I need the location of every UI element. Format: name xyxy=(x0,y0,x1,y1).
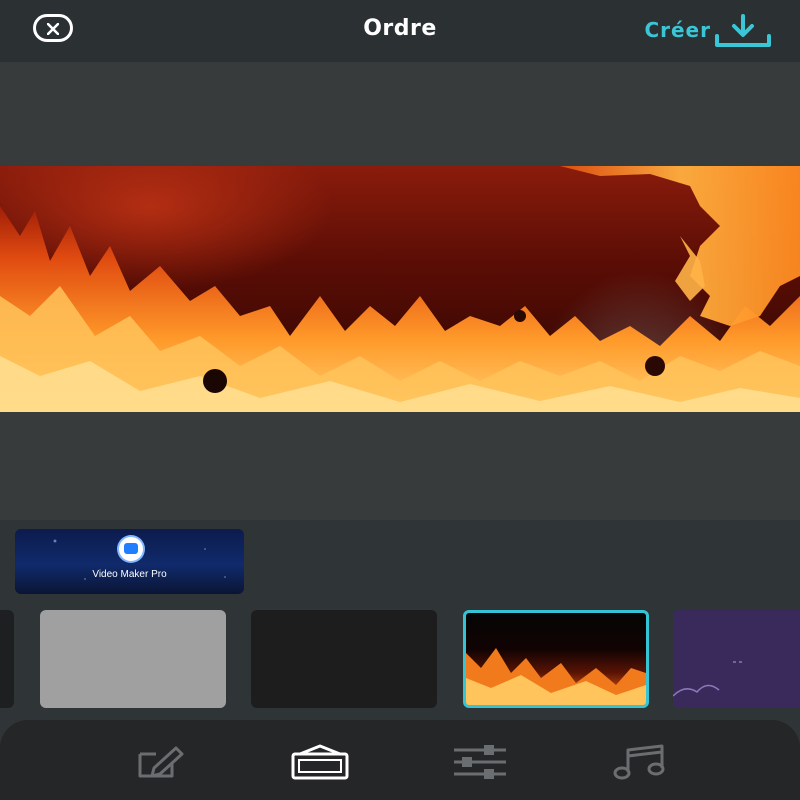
music-icon xyxy=(613,744,665,780)
nav-transition[interactable] xyxy=(290,742,350,782)
download-icon xyxy=(715,14,771,47)
create-label: Créer xyxy=(644,18,711,42)
clip-thumbnail[interactable] xyxy=(40,610,226,708)
ad-banner[interactable]: Video Maker Pro xyxy=(15,529,244,594)
clip-thumbnail[interactable] xyxy=(251,610,437,708)
top-bar: Ordre Créer xyxy=(0,0,800,62)
frame-icon xyxy=(291,744,349,780)
sliders-icon xyxy=(454,745,506,779)
clip-thumbnail[interactable] xyxy=(673,610,800,708)
edit-icon xyxy=(138,746,184,778)
video-preview[interactable] xyxy=(0,166,800,412)
fire-thumbnail-image xyxy=(466,648,646,705)
ad-label: Video Maker Pro xyxy=(92,569,167,580)
nav-adjust[interactable] xyxy=(450,742,510,782)
create-button[interactable]: Créer xyxy=(644,12,773,48)
bottom-nav xyxy=(0,720,800,800)
cloud-pattern xyxy=(673,661,743,697)
nav-music[interactable] xyxy=(610,742,670,782)
clip-thumbnail[interactable] xyxy=(0,610,14,708)
app-logo-icon xyxy=(119,537,143,561)
nav-edit[interactable] xyxy=(130,742,190,782)
fire-frame-image xyxy=(0,166,800,412)
clip-timeline xyxy=(0,605,800,715)
clip-thumbnail-selected[interactable] xyxy=(463,610,649,708)
